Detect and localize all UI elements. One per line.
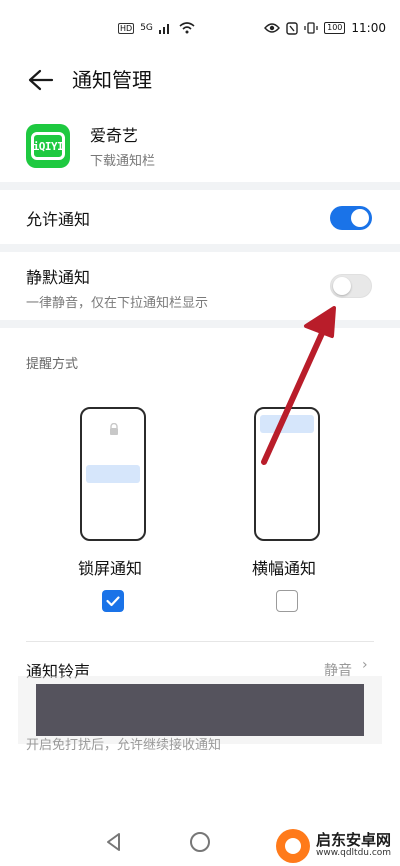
check-icon bbox=[106, 596, 120, 607]
hd-icon: HD bbox=[118, 22, 135, 34]
chevron-right-icon: › bbox=[362, 657, 368, 673]
notification-card bbox=[86, 465, 140, 483]
divider bbox=[26, 641, 374, 642]
section-divider bbox=[0, 320, 400, 328]
nfc-icon bbox=[286, 21, 298, 35]
status-bar-left: HD 5G bbox=[118, 22, 195, 34]
section-divider bbox=[0, 182, 400, 190]
silent-notifications-desc: 一律静音，仅在下拉通知栏显示 bbox=[26, 296, 209, 311]
allow-notifications-label: 允许通知 bbox=[26, 210, 91, 229]
lockscreen-checkbox[interactable] bbox=[102, 590, 124, 612]
status-bar-right: 100 11:00 bbox=[264, 21, 386, 35]
banner-label: 横幅通知 bbox=[252, 559, 317, 578]
vibrate-icon bbox=[304, 22, 318, 34]
redaction-box bbox=[36, 684, 364, 736]
nav-home-icon[interactable] bbox=[190, 832, 210, 852]
clock: 11:00 bbox=[351, 21, 386, 35]
section-divider bbox=[0, 244, 400, 252]
signal-icon bbox=[158, 24, 169, 34]
watermark-text: 启东安卓网 www.qdltdu.com bbox=[316, 833, 391, 858]
lockscreen-label: 锁屏通知 bbox=[78, 559, 143, 578]
back-arrow-icon[interactable] bbox=[26, 68, 54, 92]
watermark: 启东安卓网 www.qdltdu.com bbox=[276, 826, 398, 866]
eye-icon bbox=[264, 23, 281, 33]
toggle-knob bbox=[333, 277, 351, 295]
watermark-logo bbox=[276, 829, 310, 863]
lock-icon bbox=[110, 423, 118, 435]
app-info: iQIYI 爱奇艺 下载通知栏 bbox=[0, 122, 400, 178]
iqiyi-logo-text: iQIYI bbox=[31, 132, 65, 160]
watermark-title: 启东安卓网 bbox=[316, 831, 392, 850]
banner-checkbox[interactable] bbox=[276, 590, 298, 612]
app-subtitle: 下载通知栏 bbox=[90, 154, 156, 169]
page-header: 通知管理 bbox=[0, 56, 400, 104]
status-bar: HD 5G 100 11:00 bbox=[0, 0, 400, 56]
allow-notifications-toggle[interactable] bbox=[330, 206, 372, 230]
silent-notifications-row[interactable]: 静默通知 一律静音，仅在下拉通知栏显示 bbox=[0, 252, 400, 320]
iqiyi-app-icon: iQIYI bbox=[26, 124, 70, 168]
signal-label: 5G bbox=[140, 23, 153, 33]
watermark-url: www.qdltdu.com bbox=[316, 848, 392, 859]
page-title: 通知管理 bbox=[72, 68, 152, 92]
battery-icon: 100 bbox=[324, 22, 346, 34]
banner-card bbox=[260, 415, 314, 433]
nav-back-icon[interactable] bbox=[104, 832, 124, 852]
app-name: 爱奇艺 bbox=[90, 126, 139, 145]
allow-notifications-row[interactable]: 允许通知 bbox=[0, 190, 400, 244]
dnd-desc: 开启免打扰后，允许继续接收通知 bbox=[26, 738, 222, 753]
reminder-section-title: 提醒方式 bbox=[26, 357, 79, 372]
wifi-icon bbox=[179, 22, 195, 34]
banner-preview[interactable] bbox=[254, 407, 320, 541]
toggle-knob bbox=[351, 209, 369, 227]
silent-notifications-toggle[interactable] bbox=[330, 274, 372, 298]
lockscreen-preview[interactable] bbox=[80, 407, 146, 541]
silent-notifications-label: 静默通知 bbox=[26, 268, 91, 287]
